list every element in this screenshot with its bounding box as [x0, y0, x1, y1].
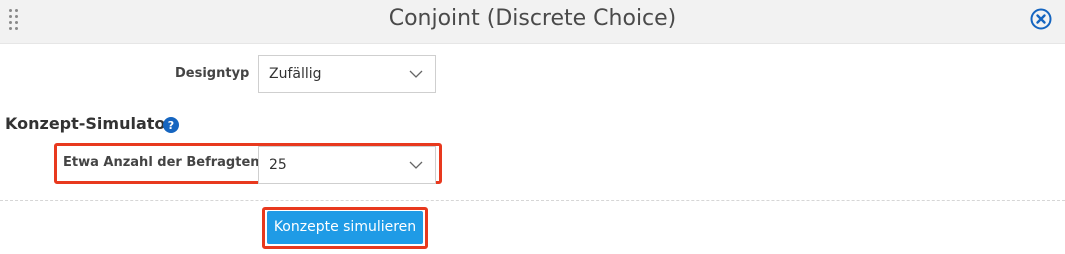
respondents-label: Etwa Anzahl der Befragten: [63, 155, 265, 170]
respondents-value: 25 [269, 157, 287, 173]
designtyp-value: Zufällig [269, 66, 322, 82]
chevron-down-icon [409, 70, 423, 78]
simulate-concepts-button[interactable]: Konzepte simulieren [267, 211, 423, 244]
section-title-konzept-simulator: Konzept-Simulator [5, 114, 174, 133]
chevron-down-icon [409, 161, 423, 169]
svg-text:?: ? [168, 119, 174, 132]
close-icon[interactable] [1030, 8, 1052, 30]
dialog-title: Conjoint (Discrete Choice) [388, 6, 677, 31]
designtyp-select[interactable]: Zufällig [258, 55, 436, 93]
dialog-header: Conjoint (Discrete Choice) [0, 0, 1065, 44]
respondents-select[interactable]: 25 [258, 146, 436, 184]
designtyp-label: Designtyp [175, 66, 250, 81]
divider [0, 200, 1065, 201]
conjoint-dialog: Conjoint (Discrete Choice) Designtyp Zuf… [0, 0, 1065, 254]
help-icon[interactable]: ? [163, 117, 179, 133]
